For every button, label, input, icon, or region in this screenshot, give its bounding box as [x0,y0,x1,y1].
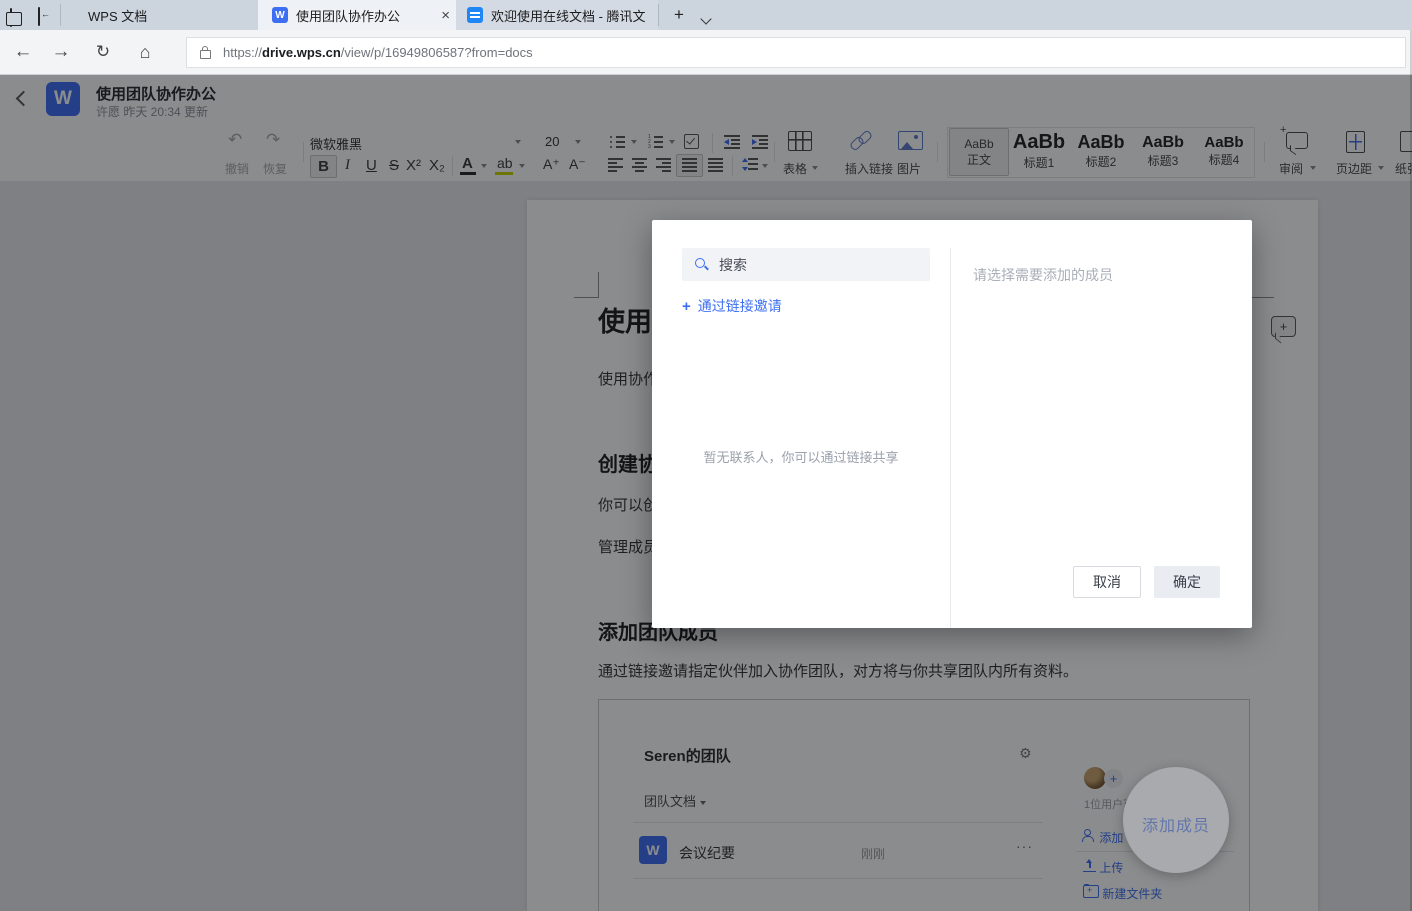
wps-favicon: W [272,7,288,23]
home-button[interactable]: ⌂ [128,30,162,74]
search-icon [695,258,708,271]
tab-separator [658,4,659,26]
browser-window: WPS 文档 W 使用团队协作办公 × 欢迎使用在线文档 - 腾讯文 + ← →… [0,0,1412,911]
new-tab-button[interactable]: + [666,3,692,27]
tab-active-document[interactable]: W 使用团队协作办公 × [258,0,456,30]
empty-contacts-text: 暂无联系人，你可以通过链接共享 [692,448,910,467]
search-input[interactable] [717,256,911,274]
browser-tab-bar: WPS 文档 W 使用团队协作办公 × 欢迎使用在线文档 - 腾讯文 + [0,0,1412,30]
page-url: https://drive.wps.cn/view/p/16949806587?… [223,45,533,60]
tabs-icon [10,8,12,27]
close-tab-icon[interactable]: × [435,8,456,23]
tab-wps-docs[interactable]: WPS 文档 [60,0,258,30]
forward-button[interactable]: → [44,30,78,74]
selected-members-placeholder: 请选择需要添加的成员 [973,265,1113,285]
tab-preview-icon[interactable] [10,9,12,27]
confirm-button[interactable]: 确定 [1154,566,1220,598]
invite-label: 通过链接邀请 [698,296,782,316]
tab-label: 欢迎使用在线文档 - 腾讯文 [491,6,646,25]
tabs-aside-icon [38,7,40,26]
spotlight-label: 添加成员 [1142,812,1210,873]
tab-label: 使用团队协作办公 [296,6,400,25]
tab-label: WPS 文档 [88,6,147,25]
tencent-docs-favicon [467,7,483,23]
chevron-down-icon [700,13,711,24]
plus-icon: + [682,298,691,315]
tab-list-dropdown[interactable] [702,10,710,28]
back-button[interactable]: ← [6,30,40,74]
invite-by-link-button[interactable]: + 通过链接邀请 [682,296,782,316]
add-member-spotlight[interactable]: 添加成员 [1123,767,1229,873]
address-bar[interactable]: https://drive.wps.cn/view/p/16949806587?… [186,37,1406,68]
lock-icon [200,50,211,59]
add-members-dialog: + 通过链接邀请 暂无联系人，你可以通过链接共享 请选择需要添加的成员 取消 确… [652,220,1252,628]
member-search-box[interactable] [682,248,930,281]
cancel-button[interactable]: 取消 [1073,566,1141,598]
tab-tencent-docs[interactable]: 欢迎使用在线文档 - 腾讯文 [456,0,658,30]
panel-divider [950,248,951,628]
refresh-button[interactable]: ↻ [86,30,120,74]
browser-nav-bar: ← → ↻ ⌂ https://drive.wps.cn/view/p/1694… [0,30,1412,75]
set-tabs-aside-button[interactable] [38,8,40,26]
